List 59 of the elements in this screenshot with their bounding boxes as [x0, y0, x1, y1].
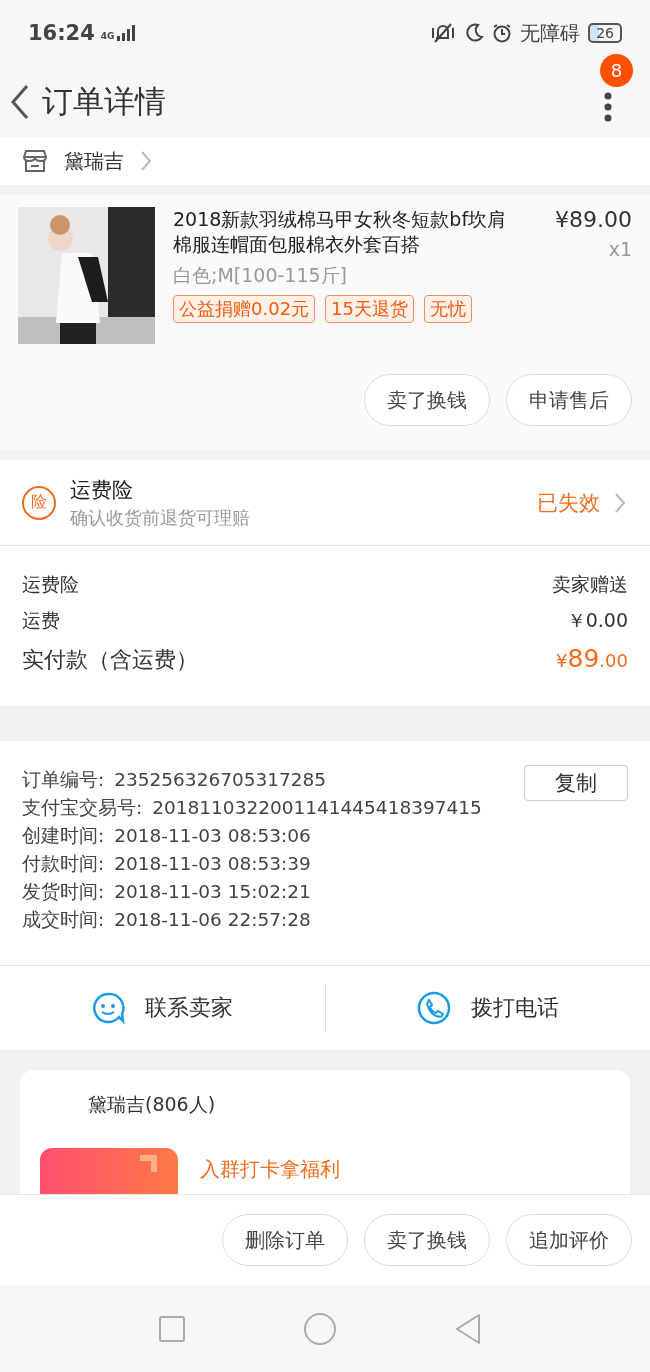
info-value: 2018-11-06 22:57:28 [114, 908, 311, 930]
contact-button[interactable]: 拨打电话 [325, 966, 650, 1050]
chevron-icon[interactable] [614, 491, 626, 514]
info-value: 2018110322001141445418397415 [152, 796, 482, 818]
order-action-button[interactable]: 追加评价 [506, 1214, 632, 1266]
info-label: 订单编号: [22, 767, 105, 792]
product-price: ¥89.00 [555, 207, 632, 232]
product-title[interactable]: 2018新款羽绒棉马甲女秋冬短款bf坎肩棉服连帽面包服棉衣外套百搭 [173, 207, 524, 257]
alarm-icon [492, 23, 513, 43]
battery-indicator: 26 [588, 23, 622, 43]
service-tag: 公益捐赠0.02元 [173, 295, 316, 323]
fee-label: 运费险 [22, 572, 79, 597]
contact-button[interactable]: 联系卖家 [0, 966, 325, 1050]
service-tag: 无忧 [424, 295, 472, 323]
clock: 16:24 [28, 21, 95, 45]
total-amount: ¥89.00 [556, 644, 628, 673]
phone-icon [416, 991, 451, 1025]
product-quantity: x1 [608, 238, 632, 260]
notification-badge: 8 [600, 54, 633, 87]
info-label: 创建时间: [22, 823, 105, 848]
group-promo: 入群打卡拿福利 [200, 1156, 340, 1183]
fee-value: 卖家赠送 [552, 572, 628, 597]
order-action-button[interactable]: 卖了换钱 [364, 1214, 490, 1266]
chevron-icon[interactable] [140, 150, 152, 172]
insurance-icon: 险 [22, 485, 56, 520]
service-tag: 15天退货 [325, 295, 414, 323]
network-type: 4G [100, 31, 115, 41]
signal-icon [116, 25, 137, 41]
info-value: 2018-11-03 15:02:21 [114, 880, 311, 902]
chat-icon [91, 991, 126, 1025]
info-value: 2018-11-03 08:53:39 [114, 852, 311, 874]
copy-button[interactable]: 复制 [524, 765, 628, 801]
info-value: 2018-11-03 08:53:06 [114, 824, 311, 846]
store-icon [22, 149, 48, 173]
more-icon[interactable] [604, 92, 612, 122]
accessibility-label: 无障碍 [520, 19, 581, 47]
insurance-title: 运费险 [70, 476, 134, 504]
back-icon[interactable] [10, 83, 30, 120]
item-action-button[interactable]: 卖了换钱 [364, 374, 490, 426]
info-label: 付款时间: [22, 851, 105, 876]
info-label: 支付宝交易号: [22, 795, 143, 820]
shop-name[interactable]: 黛瑞吉 [64, 147, 124, 175]
info-label: 发货时间: [22, 879, 105, 904]
total-label: 实付款（含运费） [22, 646, 198, 674]
home-icon[interactable] [303, 1311, 337, 1346]
page-title: 订单详情 [42, 81, 166, 121]
info-value: 235256326705317285 [114, 768, 327, 790]
group-card[interactable]: 黛瑞吉(806人) 入群打卡拿福利 [20, 1070, 630, 1194]
info-label: 成交时间: [22, 907, 105, 932]
fee-label: 运费 [22, 608, 60, 633]
fee-value: ￥0.00 [566, 608, 628, 633]
item-action-button[interactable]: 申请售后 [506, 374, 632, 426]
moon-icon [464, 23, 485, 43]
group-name: 黛瑞吉(806人) [88, 1093, 216, 1115]
insurance-subtitle: 确认收货前退货可理赔 [70, 505, 251, 530]
recents-icon[interactable] [158, 1314, 187, 1343]
order-action-button[interactable]: 删除订单 [222, 1214, 348, 1266]
vibrate-mute-icon [430, 22, 457, 44]
product-variant: 白色;M[100-115斤] [173, 263, 348, 288]
